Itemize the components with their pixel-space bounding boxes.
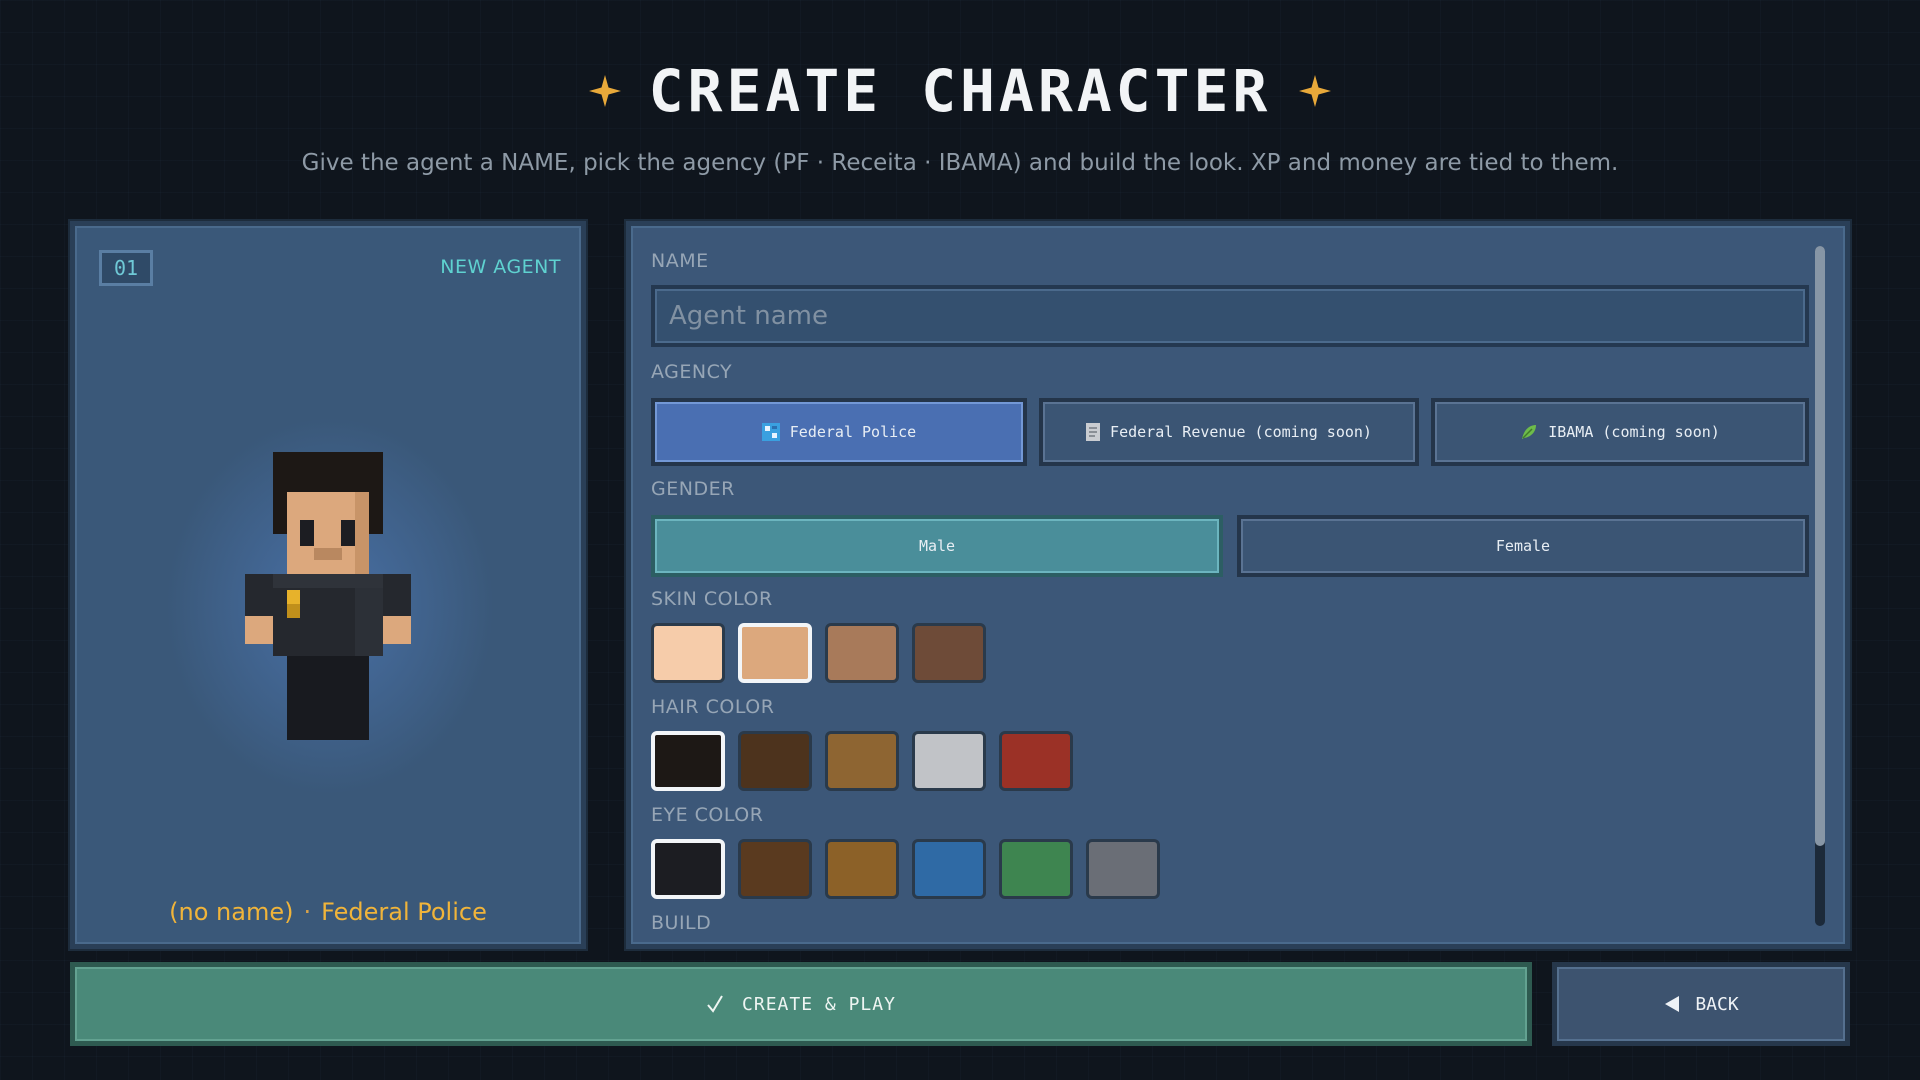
build-label: BUILD [651,912,712,934]
page-title: CREATE CHARACTER [648,57,1272,125]
agency-label: AGENCY [651,361,733,383]
agency-federal-police-label: Federal Police [789,423,917,441]
hair-color-swatch[interactable] [738,731,812,791]
preview-separator: · [303,898,312,926]
new-agent-tag: NEW AGENT [440,256,561,278]
back-arrow-icon [1665,996,1680,1012]
agency-ibama-button[interactable]: IBAMA (coming soon) [1431,398,1809,466]
agency-federal-revenue-button[interactable]: Federal Revenue (coming soon) [1039,398,1419,466]
hair-color-swatch[interactable] [651,731,725,791]
eye-color-swatch[interactable] [1086,839,1160,899]
police-badge-icon [761,423,780,441]
create-and-play-button[interactable]: CREATE & PLAY [70,962,1532,1046]
document-icon [1086,423,1101,441]
skin-color-label: SKIN COLOR [651,588,773,610]
avatar-eye-left [300,520,314,546]
character-form-panel: NAME AGENCY Federal Police Federal Reven… [626,221,1850,949]
avatar-eye-right [341,520,355,546]
gender-label: GENDER [651,478,735,500]
hair-color-swatch[interactable] [999,731,1073,791]
eye-color-swatches [651,839,1160,899]
skin-color-swatch[interactable] [738,623,812,683]
gender-female-label: Female [1495,537,1551,555]
back-button[interactable]: BACK [1552,962,1850,1046]
hair-color-swatches [651,731,1073,791]
agency-federal-police-button[interactable]: Federal Police [651,398,1027,466]
checkmark-icon [707,995,723,1013]
page-subtitle: Give the agent a NAME, pick the agency (… [301,150,1619,176]
sparkle-icon [588,75,621,107]
agency-options: Federal Police Federal Revenue (coming s… [651,398,1809,466]
hair-color-swatch[interactable] [825,731,899,791]
avatar-hand-right [383,616,411,644]
eye-color-swatch[interactable] [999,839,1073,899]
preview-name: (no name) [169,898,294,926]
leaf-icon [1522,425,1537,439]
form-scrollbar-thumb[interactable] [1815,246,1825,846]
preview-agency: Federal Police [321,898,487,926]
gender-male-button[interactable]: Male [651,515,1223,577]
skin-color-swatch[interactable] [825,623,899,683]
avatar-legs [287,656,369,740]
hair-color-swatch[interactable] [912,731,986,791]
preview-summary: (no name) · Federal Police [75,898,581,926]
gender-male-label: Male [918,537,956,555]
name-label: NAME [651,250,709,272]
slot-badge: 01 [99,250,153,286]
eye-color-swatch[interactable] [912,839,986,899]
agent-name-input[interactable] [651,285,1809,347]
sparkle-icon [1299,75,1332,107]
create-and-play-label: CREATE & PLAY [742,993,896,1015]
eye-color-label: EYE COLOR [651,804,764,826]
gender-options: Male Female [651,515,1809,577]
skin-color-swatches [651,623,986,683]
title-row: CREATE CHARACTER [0,56,1920,126]
eye-color-swatch[interactable] [738,839,812,899]
character-preview-card: 01 NEW AGENT (no name) · Federal Police [70,221,586,949]
agency-federal-revenue-label: Federal Revenue (coming soon) [1110,423,1372,441]
agency-ibama-label: IBAMA (coming soon) [1548,423,1720,441]
hair-color-label: HAIR COLOR [651,696,775,718]
skin-color-swatch[interactable] [651,623,725,683]
form-scrollbar[interactable] [1815,246,1825,926]
avatar-hand-left [245,616,273,644]
eye-color-swatch[interactable] [825,839,899,899]
gender-female-button[interactable]: Female [1237,515,1809,577]
character-avatar [245,452,411,740]
eye-color-swatch[interactable] [651,839,725,899]
skin-color-swatch[interactable] [912,623,986,683]
back-label: BACK [1695,993,1739,1015]
